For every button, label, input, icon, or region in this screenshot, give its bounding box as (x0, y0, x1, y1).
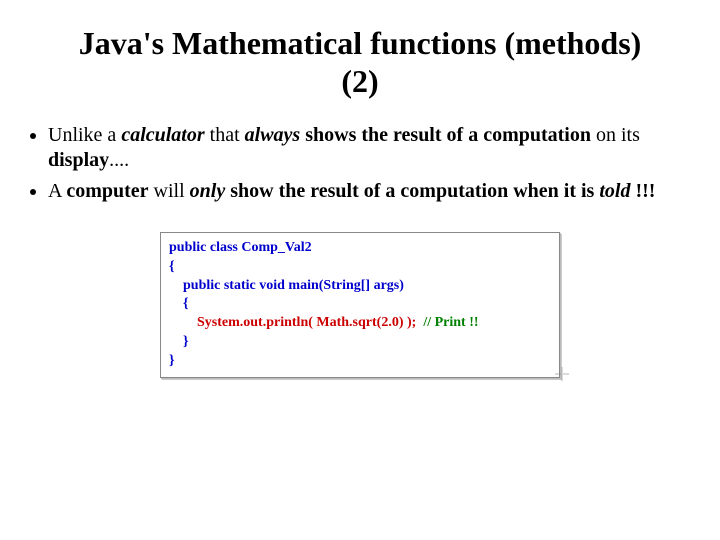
text: Unlike a (48, 124, 121, 146)
text: A (48, 180, 66, 202)
text: that (205, 124, 245, 146)
text: computer (66, 180, 148, 202)
code-line: public class Comp_Val2 (167, 239, 553, 258)
text: on its (591, 124, 640, 146)
slide-title: Java's Mathematical functions (methods) … (70, 24, 650, 101)
text: shows the result of a computation (300, 124, 591, 146)
text: only (190, 180, 226, 202)
code-line: } (167, 352, 553, 371)
bullet-item: Unlike a calculator that always shows th… (48, 123, 660, 173)
code-block-container: public class Comp_Val2 { public static v… (160, 232, 560, 378)
text: told (599, 180, 630, 202)
text: always (245, 124, 301, 146)
code-block: public class Comp_Val2 { public static v… (160, 232, 560, 378)
text: display (48, 149, 109, 171)
text: .... (109, 149, 129, 171)
code-line: public static void main(String[] args) (167, 277, 553, 296)
text: !!! (630, 180, 655, 202)
bullet-list: Unlike a calculator that always shows th… (48, 123, 690, 204)
code-line: { (167, 258, 553, 277)
code-line: System.out.println( Math.sqrt(2.0) ); //… (167, 314, 553, 333)
text: will (149, 180, 190, 202)
code-text: System.out.println( Math.sqrt(2.0) ); (197, 315, 416, 330)
bullet-item: A computer will only show the result of … (48, 179, 660, 204)
text: calculator (121, 124, 204, 146)
code-line: } (167, 333, 553, 352)
code-line: { (167, 295, 553, 314)
code-comment: // Print !! (416, 315, 478, 330)
text: show the result of a computation when it… (225, 180, 599, 202)
